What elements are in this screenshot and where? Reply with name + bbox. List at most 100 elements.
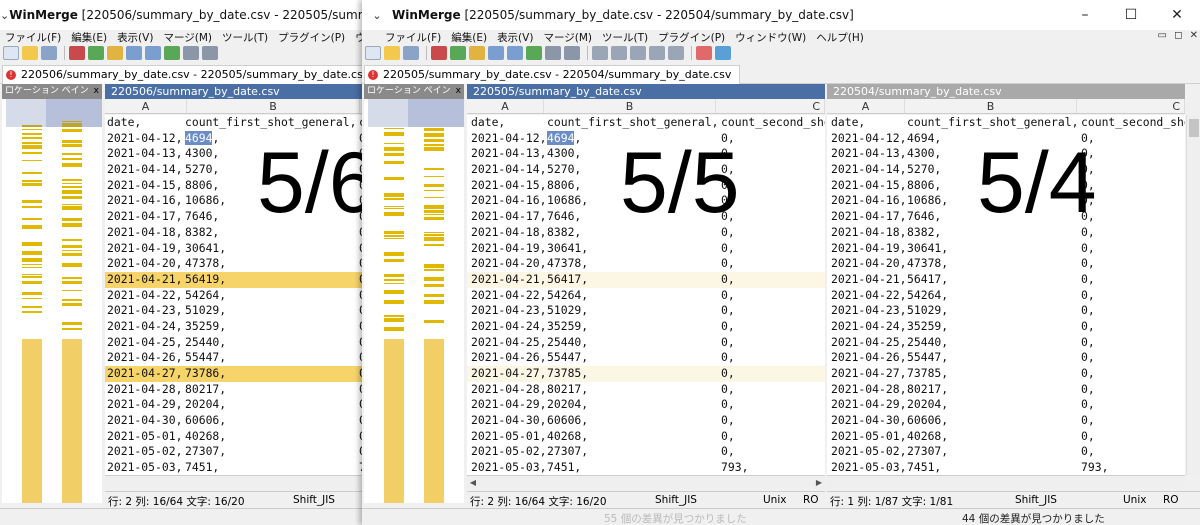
table-row[interactable]: 2021-04-25,25440,0,: [105, 335, 362, 351]
new-icon[interactable]: [365, 46, 381, 60]
table-row[interactable]: 2021-04-21,56419,0,: [105, 271, 362, 288]
cell-a[interactable]: 2021-04-18,: [831, 225, 909, 241]
menu-merge[interactable]: マージ(M): [538, 30, 597, 45]
cell-c[interactable]: 0,: [1081, 272, 1185, 288]
table-row[interactable]: 2021-04-23,51029,0,: [105, 303, 362, 319]
table-row[interactable]: 2021-04-15,8806,0,: [105, 178, 362, 194]
table-row[interactable]: 2021-04-20,47378,0,: [105, 256, 362, 272]
cell-c[interactable]: 0,: [1081, 288, 1185, 304]
cell-b[interactable]: 54264,: [907, 288, 1079, 304]
table-row[interactable]: 2021-04-28,80217,0,: [467, 382, 825, 398]
cell-a[interactable]: 2021-04-16,: [471, 193, 547, 209]
cell-b[interactable]: 8806,: [185, 178, 358, 194]
cell-a[interactable]: 2021-04-14,: [107, 162, 187, 178]
cell-b[interactable]: 55447,: [907, 350, 1079, 366]
cell-b[interactable]: 7646,: [547, 209, 719, 225]
cell-c[interactable]: 0,: [721, 335, 825, 351]
table-row[interactable]: 2021-04-18,8382,0,: [827, 225, 1185, 241]
prev-diff-icon[interactable]: [107, 46, 123, 60]
mdi-controls-icon[interactable]: ▭ ◻ ✕: [1158, 30, 1200, 41]
table-row[interactable]: 2021-04-16,10686,0,: [827, 193, 1185, 209]
table-row[interactable]: 2021-05-03,7451,793,: [105, 460, 362, 475]
cell-a[interactable]: 2021-04-26,: [831, 350, 909, 366]
cell-b[interactable]: count_first_shot_general,: [547, 115, 719, 131]
cell-b[interactable]: 20204,: [185, 397, 358, 413]
menu-help[interactable]: ヘルプ(H): [811, 30, 869, 45]
cell-a[interactable]: 2021-04-30,: [471, 413, 547, 429]
cell-b[interactable]: 8806,: [547, 178, 719, 194]
cell-b[interactable]: count_first_shot_general,: [907, 115, 1079, 131]
table-row[interactable]: 2021-04-16,10686,0,: [467, 193, 825, 209]
cell-c[interactable]: 0,: [1081, 225, 1185, 241]
cell-b[interactable]: 8382,: [185, 225, 358, 241]
cell-c[interactable]: 0,: [1081, 241, 1185, 257]
table-row[interactable]: 2021-04-22,54264,0,: [467, 288, 825, 304]
cell-a[interactable]: 2021-04-25,: [831, 335, 909, 351]
cell-b[interactable]: 10686,: [907, 193, 1079, 209]
cell-b[interactable]: 35259,: [185, 319, 358, 335]
header-row[interactable]: date,count_first_shot_general,count_seco…: [467, 115, 825, 131]
cell-a[interactable]: date,: [831, 115, 909, 131]
table-row[interactable]: 2021-04-21, 56417, 0,: [467, 271, 825, 288]
table-row[interactable]: 2021-04-14,5270,0,: [827, 162, 1185, 178]
table-row[interactable]: 2021-04-12,4694,0,: [827, 131, 1185, 147]
table-row[interactable]: 2021-04-19,30641,0,: [105, 241, 362, 257]
table-row[interactable]: 2021-04-27,73786,0,: [105, 366, 362, 382]
new-icon[interactable]: [3, 46, 19, 60]
cell-c[interactable]: 0,: [721, 350, 825, 366]
location-pane[interactable]: [364, 99, 464, 503]
table-row[interactable]: 2021-04-18,8382,0,: [467, 225, 825, 241]
table-row[interactable]: 2021-05-02,27307,0,: [467, 444, 825, 460]
cell-b[interactable]: 51029,: [907, 303, 1079, 319]
cell-b[interactable]: 80217,: [907, 382, 1079, 398]
selected-text[interactable]: 4694: [185, 130, 213, 145]
cell-c[interactable]: count_second_shot_general,: [1081, 115, 1185, 131]
cell-b[interactable]: 56417,: [547, 272, 719, 288]
cell-a[interactable]: 2021-04-12,: [471, 131, 547, 147]
cell-a[interactable]: 2021-04-25,: [471, 335, 547, 351]
menu-tools[interactable]: ツール(T): [597, 30, 653, 45]
merge-right-icon[interactable]: [668, 46, 684, 60]
cell-a[interactable]: date,: [107, 115, 187, 131]
cell-a[interactable]: 2021-05-01,: [831, 429, 909, 445]
cell-b[interactable]: 4300,: [907, 146, 1079, 162]
table-row[interactable]: 2021-04-13,4300,0,: [105, 146, 362, 162]
cell-b[interactable]: 4300,: [547, 146, 719, 162]
viewport-indicator[interactable]: [46, 99, 102, 127]
cell-a[interactable]: 2021-04-25,: [107, 335, 187, 351]
table-row[interactable]: 2021-04-23,51029,0,: [827, 303, 1185, 319]
cell-c[interactable]: 0,: [721, 178, 825, 194]
column-a-header[interactable]: A: [467, 99, 544, 113]
cell-a[interactable]: 2021-04-13,: [107, 146, 187, 162]
cell-b[interactable]: 35259,: [547, 319, 719, 335]
table-row[interactable]: 2021-05-01,40268,0,: [105, 429, 362, 445]
cell-c[interactable]: 0,: [721, 429, 825, 445]
copy-left-icon[interactable]: [202, 46, 218, 60]
table-row[interactable]: 2021-04-25,25440,0,: [827, 335, 1185, 351]
cell-c[interactable]: 0,: [721, 303, 825, 319]
cell-c[interactable]: 0,: [721, 444, 825, 460]
cell-a[interactable]: 2021-04-17,: [107, 209, 187, 225]
table-row[interactable]: 2021-04-17,7646,0,: [467, 209, 825, 225]
cell-a[interactable]: 2021-04-16,: [107, 193, 187, 209]
table-row[interactable]: 2021-04-19,30641,0,: [467, 241, 825, 257]
cell-a[interactable]: 2021-04-15,: [107, 178, 187, 194]
cell-b[interactable]: 51029,: [547, 303, 719, 319]
viewport-indicator[interactable]: [408, 99, 464, 127]
cell-c[interactable]: 0,: [1081, 397, 1185, 413]
cell-c[interactable]: 0,: [1081, 413, 1185, 429]
cell-c[interactable]: 0,: [721, 413, 825, 429]
horizontal-scrollbar-left[interactable]: ◀ ▶: [467, 475, 825, 489]
table-row[interactable]: 2021-05-01,40268,0,: [827, 429, 1185, 445]
header-row[interactable]: date,count_first_shot_general,count_seco…: [827, 115, 1185, 131]
cell-a[interactable]: 2021-04-23,: [831, 303, 909, 319]
cell-c[interactable]: 0,: [721, 382, 825, 398]
cell-a[interactable]: 2021-04-13,: [831, 146, 909, 162]
cell-b[interactable]: 4694,: [907, 131, 1079, 147]
cell-b[interactable]: 60606,: [547, 413, 719, 429]
table-row[interactable]: 2021-04-17,7646,0,: [105, 209, 362, 225]
cell-a[interactable]: 2021-04-12,: [831, 131, 909, 147]
cell-a[interactable]: 2021-04-19,: [107, 241, 187, 257]
table-row[interactable]: 2021-04-24,35259,0,: [105, 319, 362, 335]
cell-a[interactable]: 2021-04-21,: [107, 272, 187, 288]
